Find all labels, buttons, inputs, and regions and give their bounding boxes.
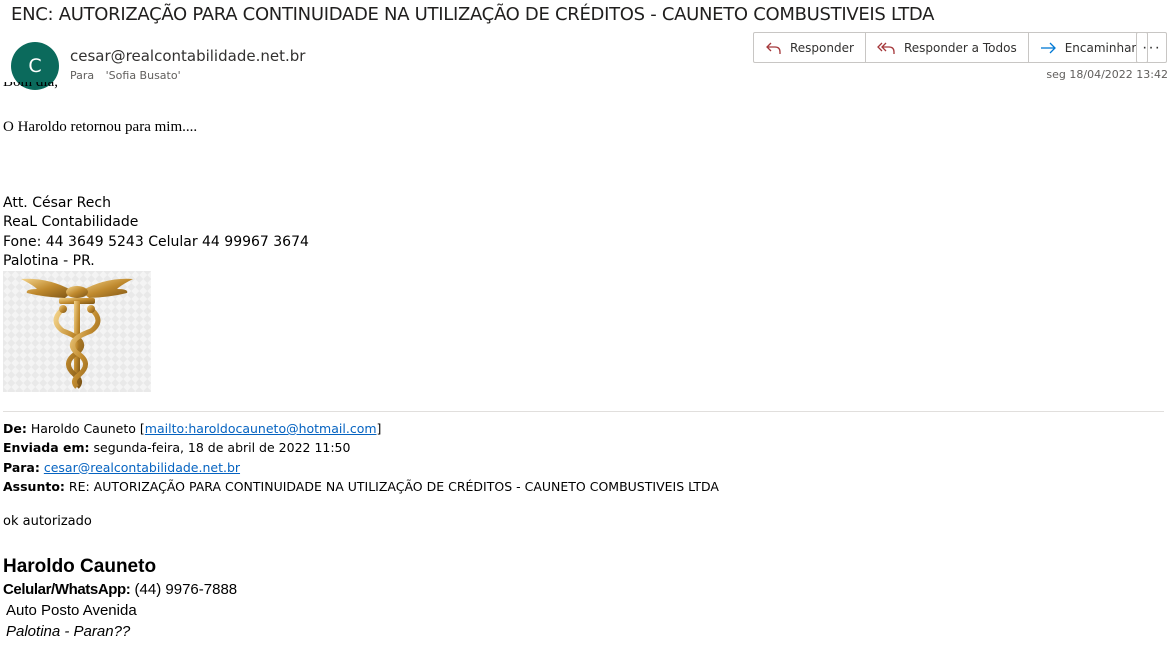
forward-label: Encaminhar: [1064, 40, 1137, 55]
forward-icon: [1040, 42, 1056, 53]
company-name: Auto Posto Avenida: [6, 602, 137, 619]
forward-divider: [3, 411, 1164, 412]
clipped-greeting: Bom dia,: [3, 82, 69, 92]
recipient-name[interactable]: 'Sofia Busato': [106, 69, 181, 82]
signature-name: Haroldo Cauneto: [3, 556, 157, 577]
forward-from-row: De: Haroldo Cauneto [mailto:haroldocaune…: [3, 421, 382, 436]
sender-signature: Att. César Rech ReaL Contabilidade Fone:…: [3, 194, 309, 271]
message-date: seg 18/04/2022 13:42: [1046, 68, 1168, 81]
phone-row: Celular/WhatsApp: (44) 9976-7888: [3, 579, 237, 600]
forwarded-signature: Haroldo Cauneto Celular/WhatsApp: (44) 9…: [3, 555, 237, 642]
to-link[interactable]: cesar@realcontabilidade.net.br: [44, 460, 240, 475]
phone-value: (44) 9976-7888: [134, 581, 238, 598]
forward-subject-row: Assunto: RE: AUTORIZAÇÃO PARA CONTINUIDA…: [3, 477, 719, 496]
intro-text: O Haroldo retornou para mim....: [3, 119, 198, 135]
signature-line: ReaL Contabilidade: [3, 214, 139, 231]
reply-text: ok autorizado: [3, 514, 92, 529]
subject-value: RE: AUTORIZAÇÃO PARA CONTINUIDADE NA UTI…: [68, 478, 719, 494]
reply-all-label: Responder a Todos: [903, 40, 1017, 55]
location-text: Palotina - Paran??: [6, 623, 131, 640]
signature-line: Palotina - PR.: [3, 252, 95, 269]
forward-to-row: Para: cesar@realcontabilidade.net.br: [3, 458, 719, 477]
reply-icon: [766, 42, 781, 54]
phone-label: Celular/WhatsApp:: [3, 581, 131, 598]
recipient-row: Para 'Sofia Busato': [70, 69, 181, 82]
reply-all-button[interactable]: Responder a Todos: [866, 33, 1029, 62]
to-label-forward: Para:: [3, 459, 40, 475]
more-actions-button[interactable]: ···: [1136, 32, 1167, 63]
sent-value: segunda-feira, 18 de abril de 2022 11:50: [93, 440, 351, 456]
email-subject: ENC: AUTORIZAÇÃO PARA CONTINUIDADE NA UT…: [11, 4, 935, 25]
from-mailto-link[interactable]: mailto:haroldocauneto@hotmail.com: [145, 421, 377, 436]
signature-line: Fone: 44 3649 5243 Celular 44 99967 3674: [3, 233, 309, 250]
forwarded-header: De: Haroldo Cauneto [mailto:haroldocaune…: [3, 419, 719, 496]
caduceus-logo: [3, 271, 151, 392]
reply-all-icon: [877, 42, 895, 54]
reply-button[interactable]: Responder: [754, 33, 866, 62]
reply-label: Responder: [790, 40, 854, 55]
from-label: De:: [3, 421, 27, 436]
subject-label: Assunto:: [3, 478, 65, 494]
message-action-toolbar: Responder Responder a Todos Encaminhar: [753, 32, 1149, 63]
from-name: Haroldo Cauneto: [30, 421, 136, 436]
clipped-greeting-text: Bom dia,: [3, 82, 58, 90]
forward-button[interactable]: Encaminhar: [1029, 33, 1148, 62]
signature-line: Att. César Rech: [3, 195, 111, 211]
sent-label: Enviada em:: [3, 440, 90, 456]
to-label: Para: [70, 69, 95, 82]
forward-sent-row: Enviada em: segunda-feira, 18 de abril d…: [3, 438, 719, 457]
sender-address[interactable]: cesar@realcontabilidade.net.br: [70, 47, 305, 65]
